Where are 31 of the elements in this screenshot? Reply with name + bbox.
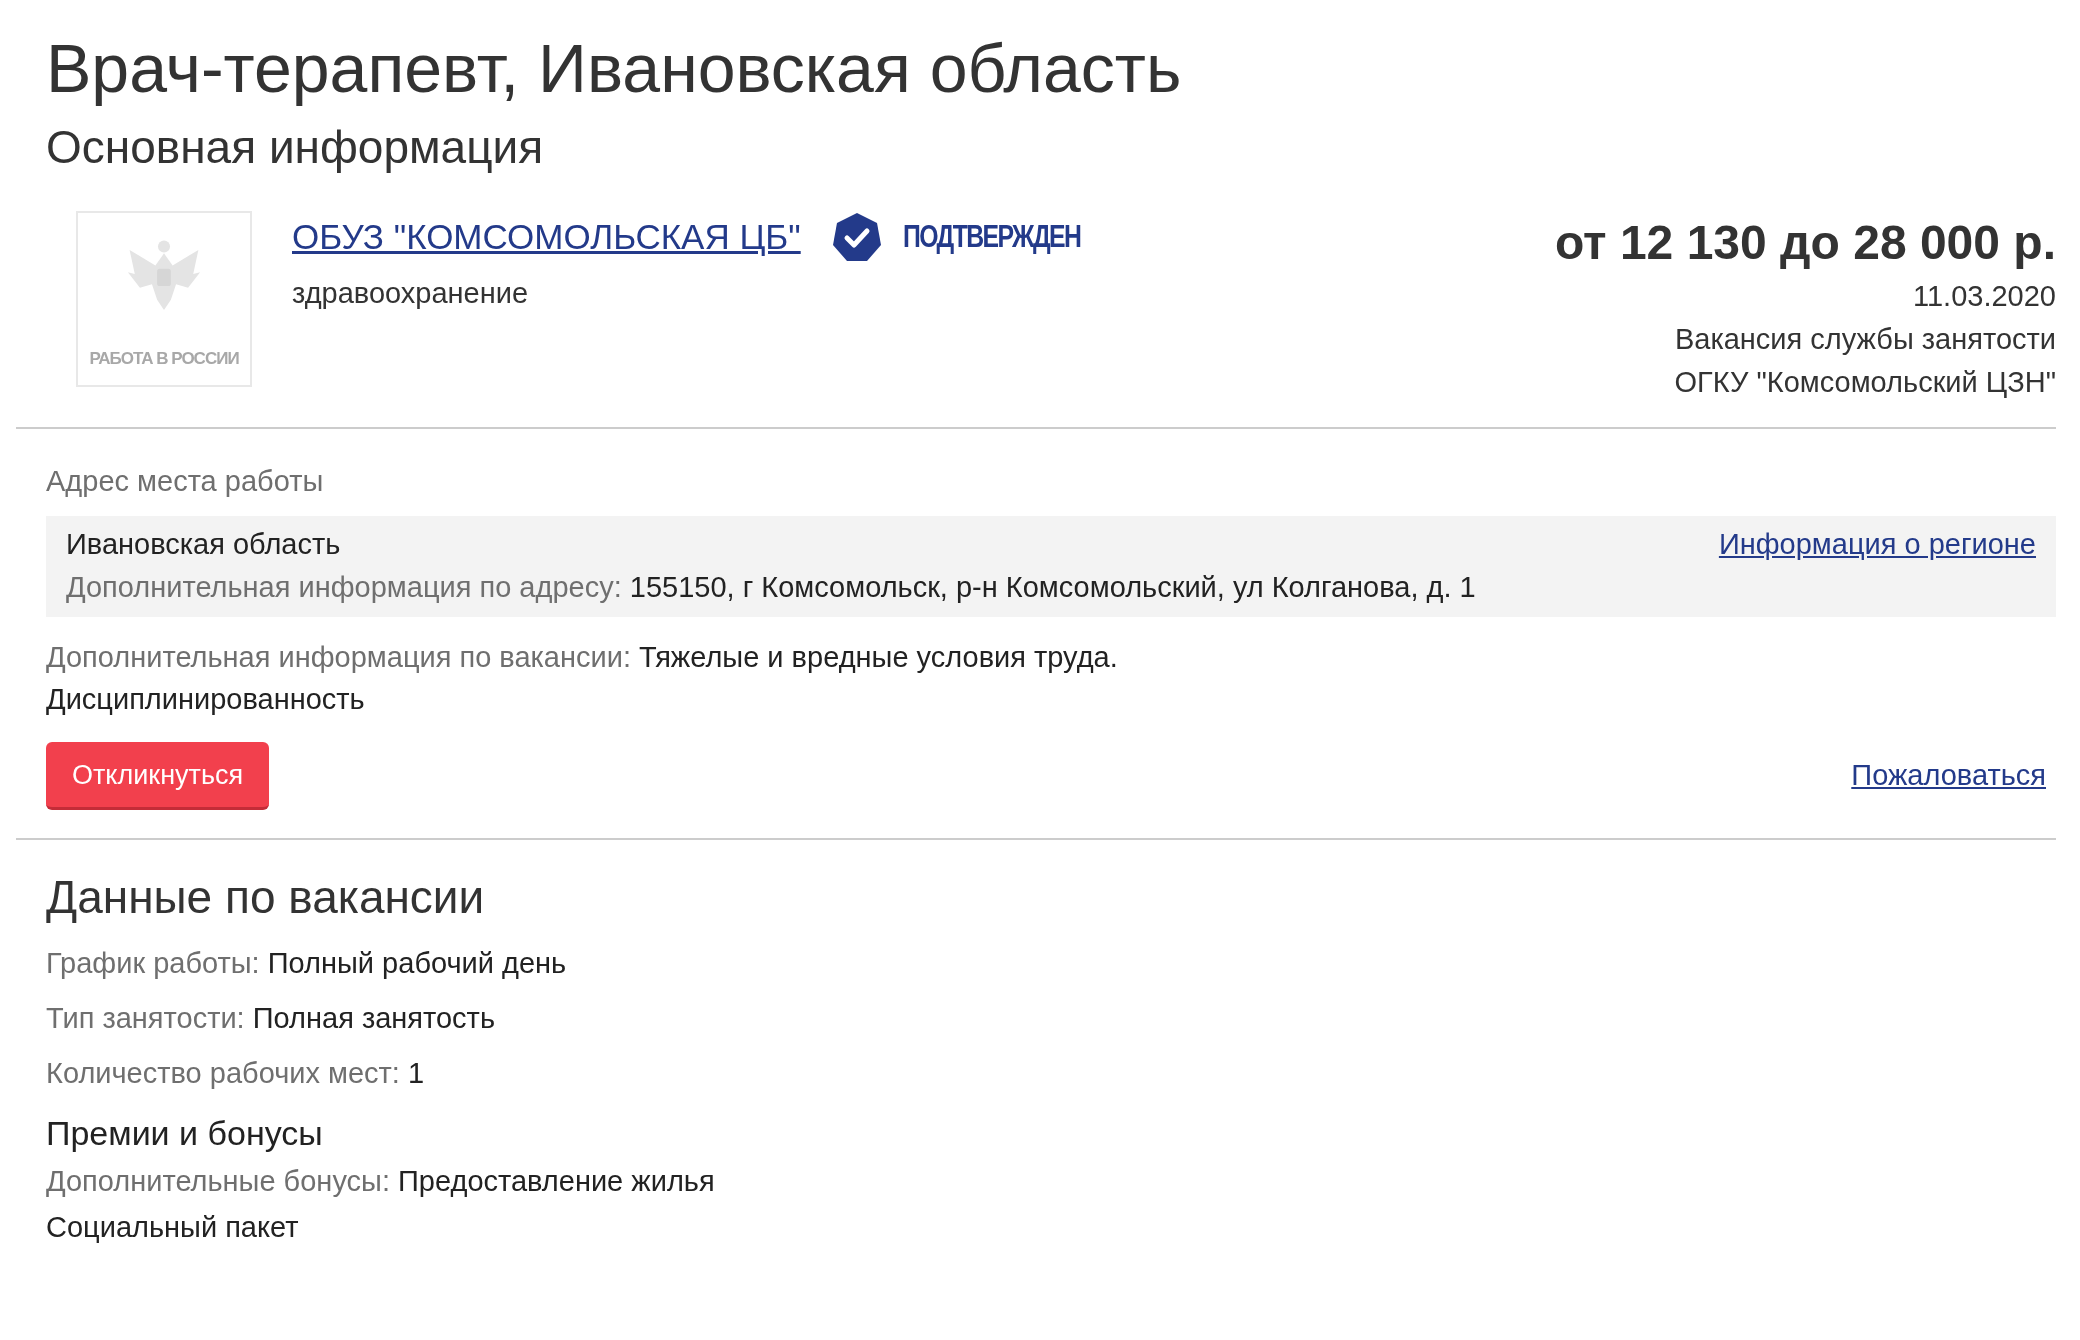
vacancy-info-text: Тяжелые и вредные условия труда. bbox=[639, 641, 1118, 674]
verified-label: ПОДТВЕРЖДЕН bbox=[902, 218, 1080, 255]
section-title: Основная информация bbox=[46, 119, 545, 175]
region-info-link[interactable]: Информация о регионе bbox=[1718, 527, 2036, 561]
detail-value: 1 bbox=[408, 1056, 425, 1089]
vacancy-info-label: Дополнительная информация по вакансии: bbox=[46, 641, 631, 674]
industry-text: здравоохранение bbox=[292, 276, 530, 310]
bonus-text: Предоставление жилья bbox=[398, 1164, 715, 1197]
salary-text: от 12 130 до 28 000 р. bbox=[1554, 214, 2056, 270]
page-title: Врач-терапевт, Ивановская область bbox=[46, 29, 1183, 108]
date-text: 11.03.2020 bbox=[1912, 279, 2056, 313]
address-label: Адрес места работы bbox=[46, 464, 325, 498]
detail-label: Тип занятости: bbox=[46, 1001, 245, 1034]
details-title: Данные по вакансии bbox=[46, 869, 486, 925]
source-text: ОГКУ "Комсомольский ЦЗН" bbox=[1673, 365, 2056, 399]
logo-caption: РАБОТА В РОССИИ bbox=[89, 348, 239, 369]
bonuses-title: Премии и бонусы bbox=[46, 1113, 324, 1153]
complain-link[interactable]: Пожаловаться bbox=[1851, 759, 2046, 793]
detail-value: Полный рабочий день bbox=[267, 946, 567, 979]
region-text: Ивановская область bbox=[66, 527, 341, 561]
address-extra-value: 155150, г Комсомольск, р-н Комсомольский, ул Колганова, д. 1 bbox=[629, 570, 1476, 603]
employer-link[interactable]: ОБУЗ "КОМСОМОЛЬСКАЯ ЦБ" bbox=[292, 216, 801, 257]
respond-button[interactable]: Откликнуться bbox=[46, 741, 270, 810]
detail-label: График работы: bbox=[46, 946, 260, 979]
address-extra-label: Дополнительная информация по адресу: bbox=[66, 570, 622, 603]
detail-value: Полная занятость bbox=[252, 1001, 495, 1034]
vacancy-info-text: Дисциплинированность bbox=[46, 682, 366, 718]
source-text: Вакансия службы занятости bbox=[1673, 322, 2056, 356]
bonus-text: Социальный пакет bbox=[46, 1209, 300, 1245]
detail-label: Количество рабочих мест: bbox=[46, 1056, 400, 1089]
bonus-label: Дополнительные бонусы: bbox=[46, 1164, 390, 1197]
